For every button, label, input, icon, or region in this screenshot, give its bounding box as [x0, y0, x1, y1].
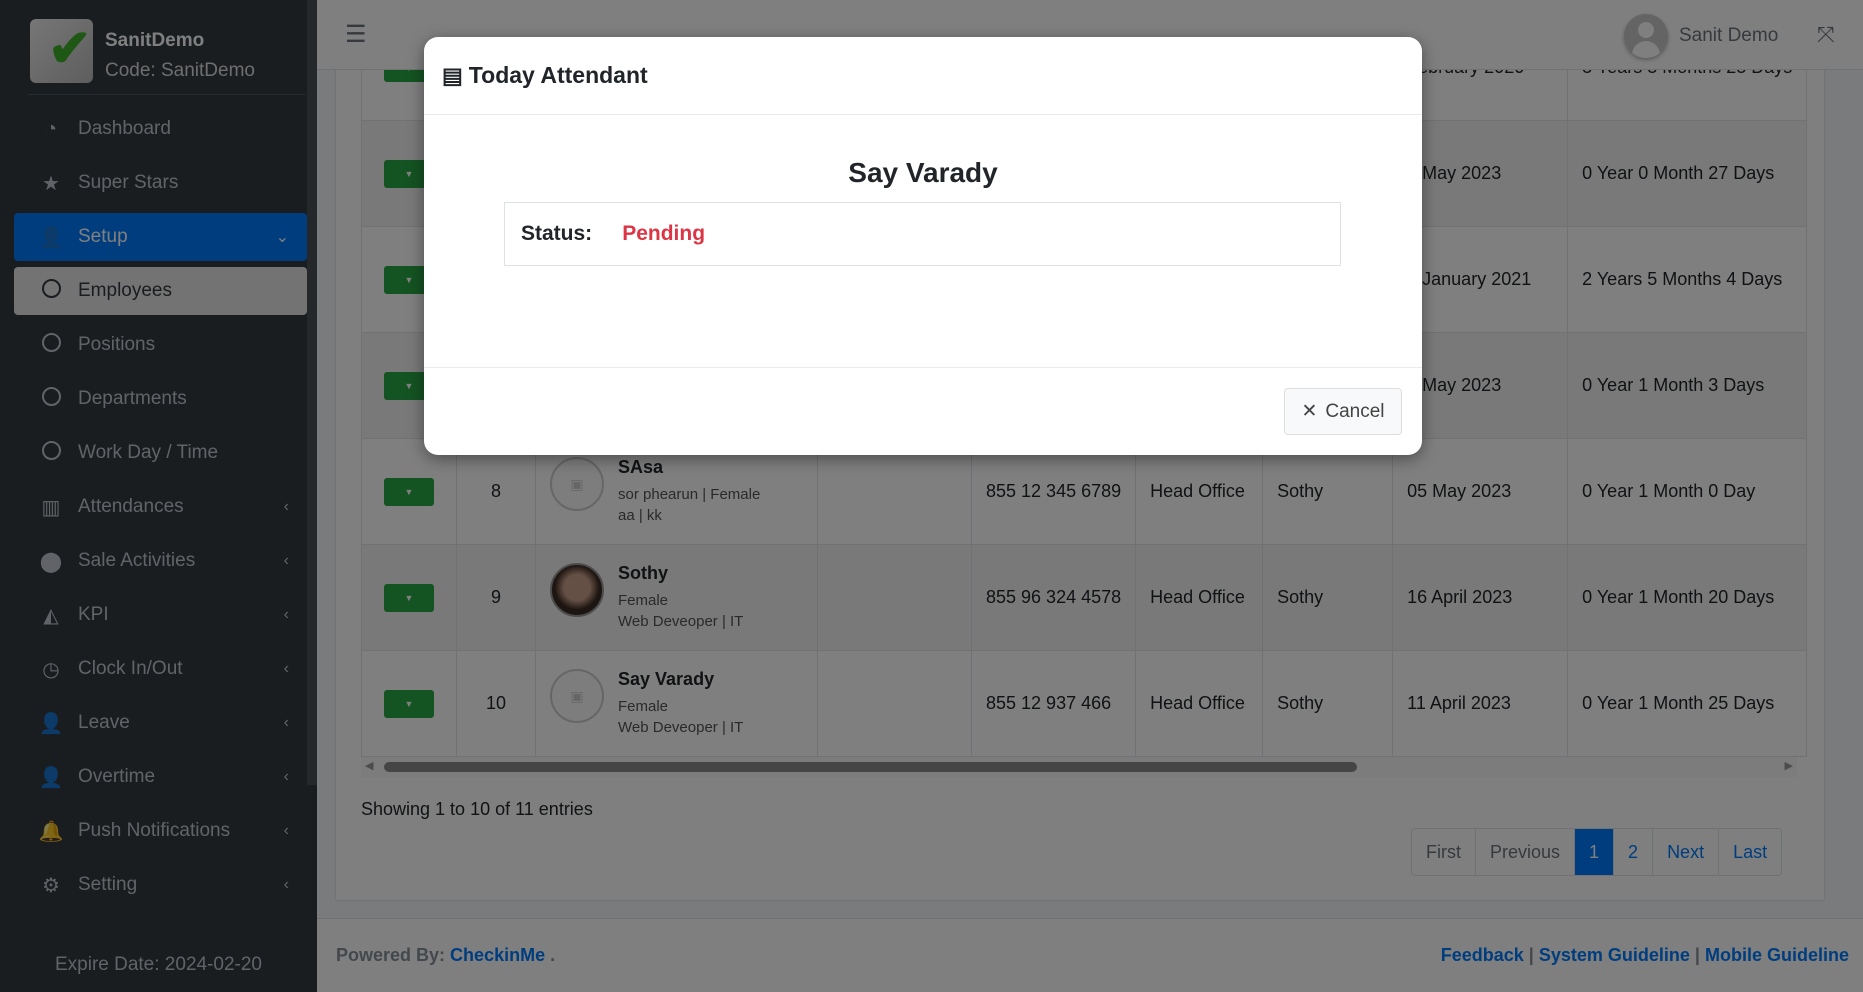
employee-name: Say Varady [848, 157, 998, 188]
list-check-icon: ▤ [442, 62, 463, 88]
status-label: Status: [521, 222, 593, 245]
cancel-button[interactable]: ✕ Cancel [1284, 388, 1402, 435]
today-attendant-modal: ▤ Today Attendant Say Varady Status: Pend… [424, 37, 1422, 455]
status-box: Status: Pending [504, 202, 1341, 266]
cancel-label: Cancel [1325, 400, 1385, 422]
modal-footer-divider [424, 367, 1422, 368]
modal-header: ▤ Today Attendant [424, 37, 1422, 115]
close-icon: ✕ [1301, 401, 1318, 422]
modal-title: Today Attendant [468, 62, 648, 88]
status-value: Pending [622, 222, 706, 245]
